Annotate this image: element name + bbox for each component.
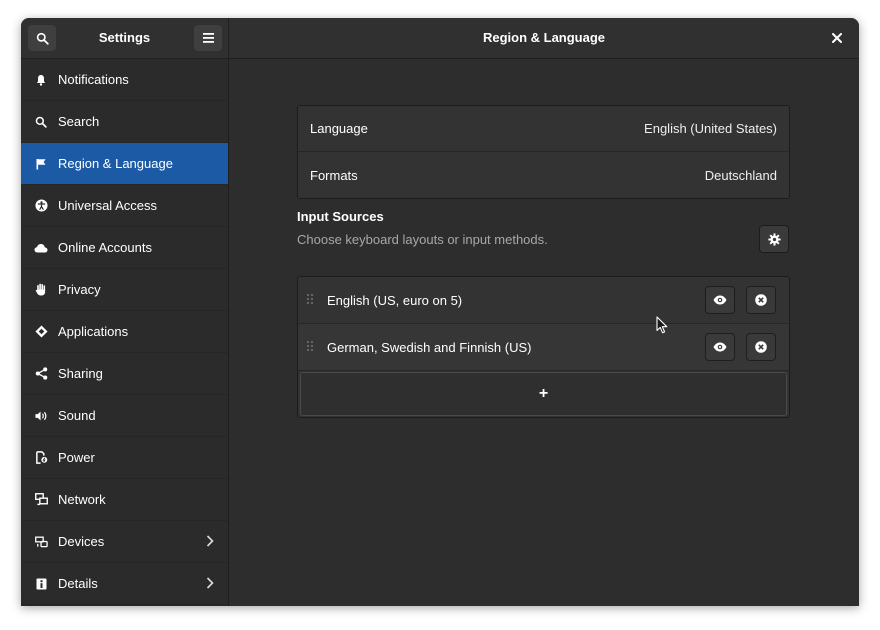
search-icon	[34, 115, 48, 129]
sidebar-item-label: Notifications	[58, 72, 129, 87]
sidebar-item-label: Details	[58, 576, 98, 591]
input-sources-list: English (US, euro on 5) German, Swedish …	[297, 276, 790, 418]
input-sources-options-button[interactable]	[759, 225, 789, 253]
devices-icon	[34, 535, 48, 549]
remove-source-button[interactable]	[746, 333, 776, 361]
drag-handle-icon[interactable]	[306, 293, 314, 308]
sidebar-item-network[interactable]: Network	[21, 479, 228, 521]
input-source-row[interactable]: German, Swedish and Finnish (US)	[298, 324, 789, 371]
add-input-source-button[interactable]: +	[300, 372, 787, 416]
cloud-icon	[34, 241, 48, 255]
region-list: Language English (United States) Formats…	[297, 105, 790, 199]
applications-icon	[34, 325, 48, 339]
input-source-label: German, Swedish and Finnish (US)	[327, 339, 532, 355]
formats-row[interactable]: Formats Deutschland	[298, 152, 789, 198]
sidebar-item-label: Search	[58, 114, 100, 129]
sidebar-item-sharing[interactable]: Sharing	[21, 353, 228, 395]
search-icon	[36, 32, 49, 45]
preview-layout-button[interactable]	[705, 333, 735, 361]
speaker-icon	[34, 409, 48, 423]
share-icon	[34, 367, 48, 381]
chevron-right-icon	[206, 577, 214, 592]
sidebar: Notifications Search Region & Language U…	[21, 59, 229, 606]
language-row[interactable]: Language English (United States)	[298, 106, 789, 152]
eye-icon	[713, 295, 727, 305]
eye-icon	[713, 342, 727, 352]
chevron-right-icon	[206, 535, 214, 550]
main-header: Region & Language	[229, 18, 859, 59]
main-menu-button[interactable]	[194, 25, 222, 51]
remove-icon	[755, 294, 767, 306]
input-source-label: English (US, euro on 5)	[327, 292, 463, 308]
sidebar-item-applications[interactable]: Applications	[21, 311, 228, 353]
sidebar-item-privacy[interactable]: Privacy	[21, 269, 228, 311]
page-title: Region & Language	[482, 30, 606, 45]
sidebar-item-online-accounts[interactable]: Online Accounts	[21, 227, 228, 269]
main-content: Language English (United States) Formats…	[229, 59, 859, 606]
input-sources-subtitle: Choose keyboard layouts or input methods…	[297, 232, 548, 247]
power-icon	[34, 451, 48, 465]
search-button[interactable]	[28, 25, 56, 51]
sidebar-item-sound[interactable]: Sound	[21, 395, 228, 437]
sidebar-item-label: Applications	[58, 324, 129, 339]
flag-icon	[34, 157, 48, 171]
hand-icon	[34, 283, 48, 297]
remove-icon	[755, 341, 767, 353]
sidebar-item-region-language[interactable]: Region & Language	[21, 143, 228, 185]
sidebar-item-label: Online Accounts	[58, 240, 152, 255]
remove-source-button[interactable]	[746, 286, 776, 314]
sidebar-item-label: Privacy	[58, 282, 101, 297]
gear-icon	[767, 232, 781, 246]
settings-window: Settings Region & Language Notifications	[21, 18, 859, 606]
language-value: English (United States)	[644, 121, 777, 136]
drag-handle-icon[interactable]	[306, 340, 314, 355]
input-source-row[interactable]: English (US, euro on 5)	[298, 277, 789, 324]
sidebar-item-devices[interactable]: Devices	[21, 521, 228, 563]
hamburger-menu-icon	[202, 33, 214, 43]
sidebar-header: Settings	[21, 18, 229, 59]
sidebar-item-label: Power	[58, 450, 95, 465]
sidebar-item-universal-access[interactable]: Universal Access	[21, 185, 228, 227]
sidebar-item-label: Devices	[58, 534, 105, 549]
preview-layout-button[interactable]	[705, 286, 735, 314]
bell-icon	[34, 73, 48, 87]
sidebar-item-details[interactable]: Details	[21, 563, 228, 605]
sidebar-title: Settings	[98, 30, 151, 45]
sidebar-item-power[interactable]: Power	[21, 437, 228, 479]
input-sources-title: Input Sources	[297, 209, 384, 224]
language-label: Language	[310, 121, 368, 136]
info-icon	[34, 577, 48, 591]
sidebar-item-notifications[interactable]: Notifications	[21, 59, 228, 101]
sidebar-item-label: Sharing	[58, 366, 103, 381]
accessibility-icon	[34, 199, 48, 213]
sidebar-item-label: Region & Language	[58, 156, 173, 171]
close-icon	[832, 33, 842, 43]
mouse-cursor-icon	[656, 316, 668, 334]
close-button[interactable]	[825, 26, 849, 50]
sidebar-item-label: Sound	[58, 408, 96, 423]
sidebar-item-label: Network	[58, 492, 106, 507]
network-icon	[34, 493, 48, 507]
formats-value: Deutschland	[704, 167, 777, 183]
sidebar-item-search[interactable]: Search	[21, 101, 228, 143]
formats-label: Formats	[310, 167, 358, 183]
sidebar-item-label: Universal Access	[58, 198, 157, 213]
